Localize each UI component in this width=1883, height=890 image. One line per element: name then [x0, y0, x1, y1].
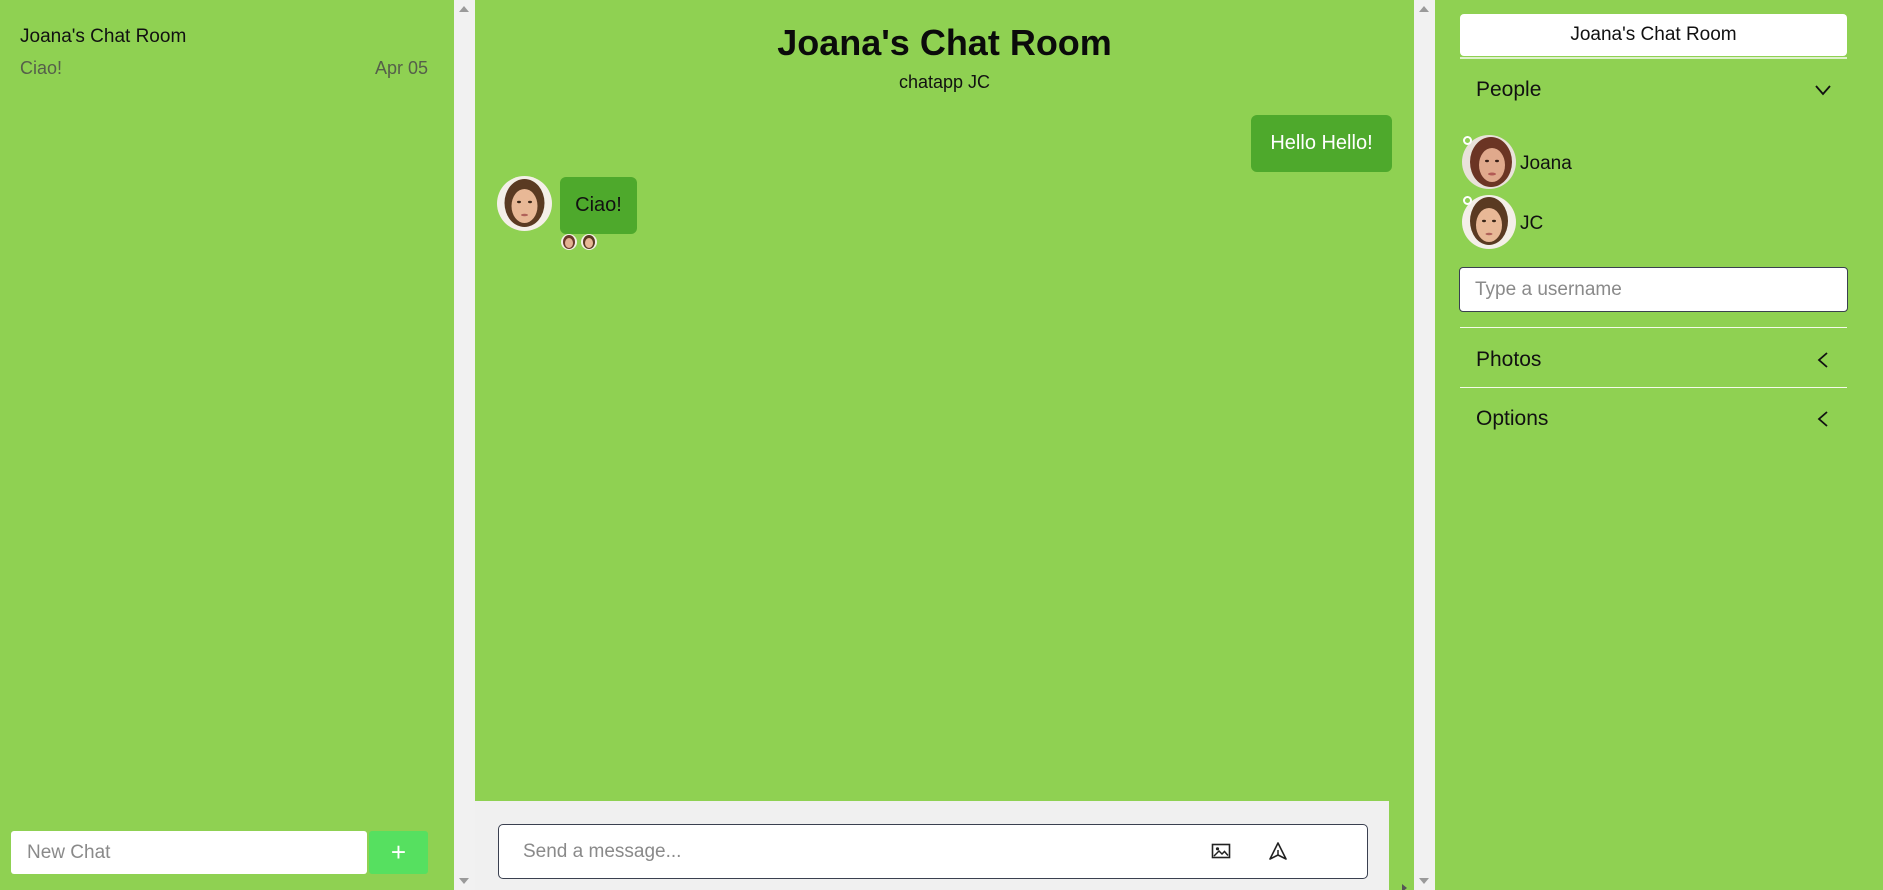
message-input[interactable]: Send a message... [498, 824, 1368, 879]
new-chat-button[interactable]: + [369, 831, 428, 874]
username-input[interactable]: Type a username [1459, 267, 1848, 312]
scroll-up-arrow-icon[interactable] [1419, 6, 1429, 12]
message-bubble-outgoing: Hello Hello! [1251, 115, 1392, 172]
online-status-indicator [1463, 136, 1472, 145]
chat-card-date: Apr 05 [374, 58, 428, 78]
person-item[interactable]: Joana [1462, 135, 1842, 191]
chevron-left-icon[interactable] [1813, 409, 1833, 429]
chat-list-panel: Joana's Chat Room Ciao! Apr 05 New Chat … [0, 0, 454, 890]
chat-card-preview: Ciao! [20, 58, 63, 78]
chat-settings-panel: Joana's Chat Room People Joana JC Type a… [1435, 0, 1883, 890]
new-chat-input[interactable]: New Chat [11, 831, 367, 874]
chat-card[interactable]: Joana's Chat Room Ciao! Apr 05 [20, 26, 430, 78]
chat-subtitle: chatapp JC [898, 72, 991, 92]
divider [1460, 57, 1847, 59]
scroll-right-arrow-icon[interactable] [1402, 884, 1407, 890]
send-icon[interactable] [1268, 841, 1288, 861]
options-section-header[interactable]: Options [1460, 394, 1847, 444]
chat-title: Joana's Chat Room [777, 22, 1112, 63]
photos-section-header[interactable]: Photos [1460, 335, 1847, 385]
scroll-up-arrow-icon[interactable] [459, 6, 469, 12]
read-receipt-avatar [581, 234, 597, 250]
online-status-indicator [1463, 196, 1472, 205]
message-input-placeholder: Send a message... [523, 841, 682, 862]
options-section-label: Options [1476, 407, 1549, 430]
chat-list-scrollbar[interactable] [454, 0, 475, 890]
chat-card-title: Joana's Chat Room [20, 26, 187, 47]
chevron-down-icon[interactable] [1813, 80, 1833, 100]
person-name: Joana [1520, 153, 1572, 174]
image-icon[interactable] [1211, 842, 1231, 860]
person-item[interactable]: JC [1462, 195, 1842, 251]
people-section-header[interactable]: People [1460, 65, 1847, 115]
scroll-down-arrow-icon[interactable] [459, 878, 469, 884]
people-section-label: People [1476, 78, 1542, 101]
chat-feed-scrollbar[interactable] [1414, 0, 1435, 890]
divider [1460, 327, 1847, 328]
settings-chat-title: Joana's Chat Room [1460, 14, 1847, 56]
message-bubble-incoming: Ciao! [560, 177, 637, 234]
divider [1460, 387, 1847, 388]
chevron-left-icon[interactable] [1813, 350, 1833, 370]
read-receipt-avatar [561, 234, 577, 250]
scroll-down-arrow-icon[interactable] [1419, 878, 1429, 884]
sender-avatar [497, 176, 552, 231]
photos-section-label: Photos [1476, 348, 1542, 371]
person-name: JC [1520, 213, 1544, 234]
chat-feed: Joana's Chat Room chatapp JC Hello Hello… [475, 0, 1414, 890]
